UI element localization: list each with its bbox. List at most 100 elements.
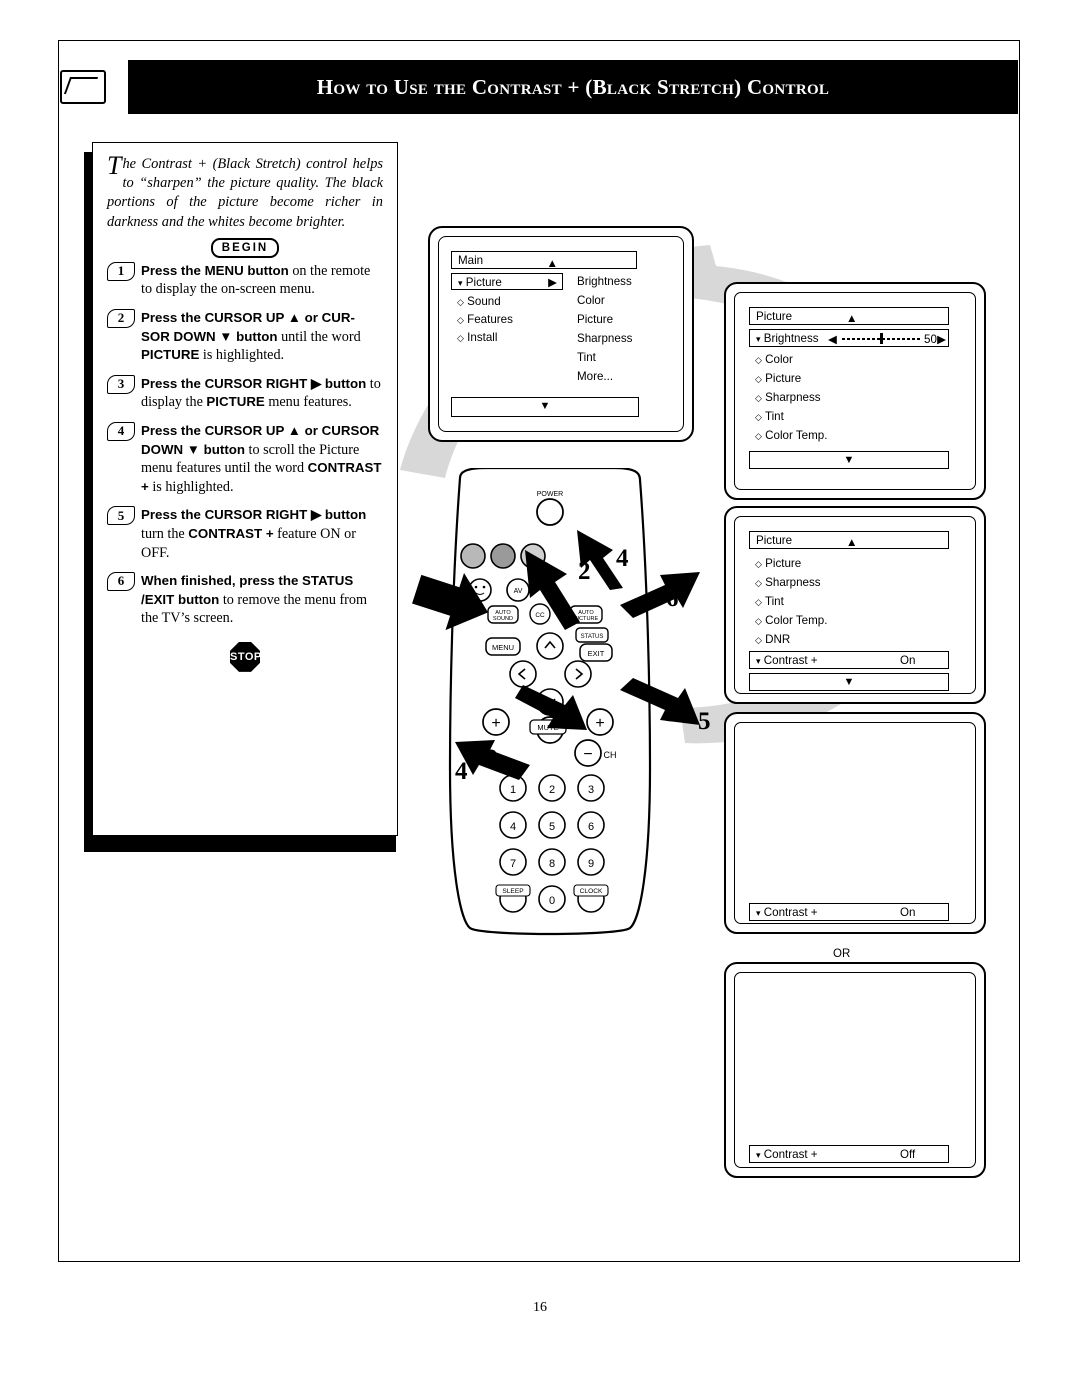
- panel1-header: Picture ▲: [749, 307, 949, 325]
- main-menu-footer: ▼: [451, 397, 639, 417]
- main-menu-item-label: Install: [467, 331, 498, 344]
- callout-3: 3: [665, 700, 678, 727]
- picture-submenu-picture[interactable]: Picture: [577, 313, 613, 326]
- slider-knob[interactable]: [880, 333, 883, 344]
- panel2-contrast-label: Contrast +: [763, 654, 818, 667]
- svg-text:6: 6: [588, 821, 594, 833]
- step-number: 6: [107, 572, 135, 592]
- panel2-item-label: Sharpness: [765, 576, 821, 589]
- step-number: 2: [107, 309, 135, 328]
- panel2-item-label: Tint: [764, 595, 784, 608]
- panel1-item-tint[interactable]: ◇ Tint: [755, 410, 784, 423]
- begin-badge: BEGIN: [210, 237, 280, 258]
- stop-badge-wrap: STOP: [107, 641, 383, 672]
- tv-main-menu-screen: Main ▲ ▾ Picture ▶ ◇ Sound ◇ Features ◇ …: [428, 226, 694, 442]
- panel1-item-sharpness[interactable]: ◇ Sharpness: [755, 391, 821, 404]
- slider-right-arrow-icon: ▶: [937, 333, 946, 346]
- panel3-contrast-value: On: [900, 906, 916, 919]
- panel1-item-color-temp[interactable]: ◇ Color Temp.: [755, 429, 827, 442]
- callout-1: 1: [420, 580, 433, 607]
- step-text: Press the MENU button on the remote to d…: [141, 262, 371, 298]
- svg-text:7: 7: [510, 858, 516, 870]
- panel2-item-color-temp[interactable]: ◇ Color Temp.: [755, 614, 827, 627]
- panel2-inner: Picture ▲ ◇ Picture ◇ Sharpness ◇ Tint ◇…: [734, 516, 976, 694]
- main-menu-selected-label: Picture: [465, 276, 502, 289]
- scroll-up-icon: ▲: [546, 257, 558, 270]
- panel-picture-brightness: Picture ▲ ▾ Brightness ◀ 50 ▶ ◇ Color ◇ …: [724, 282, 986, 500]
- panel1-inner: Picture ▲ ▾ Brightness ◀ 50 ▶ ◇ Color ◇ …: [734, 292, 976, 490]
- step-1: 1 Press the MENU button on the remote to …: [107, 261, 383, 299]
- scroll-up-icon: ▲: [846, 312, 858, 325]
- panel2-selected-contrast[interactable]: ▾ Contrast + On: [749, 651, 949, 669]
- sleep-label: SLEEP: [502, 888, 524, 895]
- picture-submenu-tint[interactable]: Tint: [577, 351, 596, 364]
- panel2-contrast-value: On: [900, 654, 916, 667]
- panel2-item-label: Picture: [765, 557, 802, 570]
- svg-text:5: 5: [549, 821, 555, 833]
- callout-4: 4: [616, 545, 629, 572]
- panel1-footer: ▼: [749, 451, 949, 469]
- svg-text:8: 8: [549, 858, 555, 870]
- tv-screen-icon: [60, 70, 106, 104]
- main-menu-item-features[interactable]: ◇ Features: [457, 313, 513, 326]
- panel1-item-color[interactable]: ◇ Color: [755, 353, 793, 366]
- step-6: 6 When finished, press the STATUS /EXIT b…: [107, 572, 383, 628]
- panel2-item-tint[interactable]: ◇ Tint: [755, 595, 784, 608]
- step-number: 1: [107, 261, 135, 281]
- panel4-contrast-value: Off: [900, 1148, 916, 1161]
- callout-5: 5: [698, 708, 711, 735]
- step-5: 5 Press the CURSOR RIGHT ▶ button turn th…: [107, 506, 383, 562]
- main-menu-header: Main ▲: [451, 251, 637, 270]
- main-menu-item-install[interactable]: ◇ Install: [457, 331, 497, 344]
- step-text: Press the CURSOR RIGHT ▶ button turn the…: [141, 507, 367, 561]
- main-menu-item-label: Sound: [467, 295, 501, 308]
- panel3-contrast-row[interactable]: ▾ Contrast + On: [749, 903, 949, 921]
- main-menu-item-sound[interactable]: ◇ Sound: [457, 295, 501, 308]
- slider-left-arrow-icon: ◀: [828, 333, 837, 346]
- panel1-item-label: Sharpness: [765, 391, 821, 404]
- svg-text:4: 4: [510, 821, 516, 833]
- clock-label: CLOCK: [580, 888, 603, 895]
- panel-picture-contrast-on: Picture ▲ ◇ Picture ◇ Sharpness ◇ Tint ◇…: [724, 506, 986, 704]
- panel2-item-dnr[interactable]: ◇ DNR: [755, 633, 790, 646]
- step-text: Press the CURSOR RIGHT ▶ button to displ…: [141, 375, 381, 411]
- picture-submenu-brightness[interactable]: Brightness: [577, 275, 632, 288]
- picture-submenu-more[interactable]: More...: [577, 370, 613, 383]
- callout-6: 6: [666, 585, 679, 612]
- picture-submenu-sharpness[interactable]: Sharpness: [577, 332, 632, 345]
- callout-4b: 4: [455, 758, 468, 785]
- panel1-item-picture[interactable]: ◇ Picture: [755, 372, 801, 385]
- callout-2: 2: [578, 558, 591, 585]
- panel1-item-label: Picture: [765, 372, 802, 385]
- main-menu-selected-picture[interactable]: ▾ Picture ▶: [451, 273, 563, 290]
- panel3-inner: ▾ Contrast + On: [734, 722, 976, 924]
- step-3: 3 Press the CURSOR RIGHT ▶ button to disp…: [107, 374, 383, 412]
- panel1-selected-brightness[interactable]: ▾ Brightness ◀ 50 ▶: [749, 329, 949, 347]
- svg-text:0: 0: [549, 895, 555, 907]
- scroll-up-icon: ▲: [846, 536, 858, 549]
- panel2-item-label: DNR: [765, 633, 791, 646]
- panel-contrast-off-screen: ▾ Contrast + Off: [724, 962, 986, 1178]
- panel1-header-label: Picture: [756, 310, 793, 323]
- power-label: POWER: [537, 491, 563, 498]
- panel2-item-picture[interactable]: ◇ Picture: [755, 557, 801, 570]
- callout-arrows-left: [412, 530, 700, 780]
- step-number: 3: [107, 374, 135, 394]
- brightness-slider[interactable]: ◀ 50 ▶: [828, 332, 946, 346]
- main-menu-header-label: Main: [458, 254, 484, 267]
- page-header: How to Use the Contrast + (Black Stretch…: [128, 60, 1018, 114]
- panel2-header: Picture ▲: [749, 531, 949, 549]
- panel2-item-label: Color Temp.: [765, 614, 828, 627]
- panel4-contrast-row[interactable]: ▾ Contrast + Off: [749, 1145, 949, 1163]
- panel1-item-label: Color: [765, 353, 793, 366]
- panel4-contrast-label: Contrast +: [763, 1148, 818, 1161]
- panel2-footer: ▼: [749, 673, 949, 691]
- power-button: [536, 498, 564, 526]
- picture-submenu-color[interactable]: Color: [577, 294, 605, 307]
- panel-contrast-on-screen: ▾ Contrast + On: [724, 712, 986, 934]
- panel2-item-sharpness[interactable]: ◇ Sharpness: [755, 576, 821, 589]
- step-text: When finished, press the STATUS /EXIT bu…: [141, 573, 368, 627]
- page-number: 16: [533, 1300, 547, 1315]
- intro-paragraph: The Contrast + (Black Stretch) control h…: [107, 153, 383, 232]
- step-number: 4: [107, 421, 135, 441]
